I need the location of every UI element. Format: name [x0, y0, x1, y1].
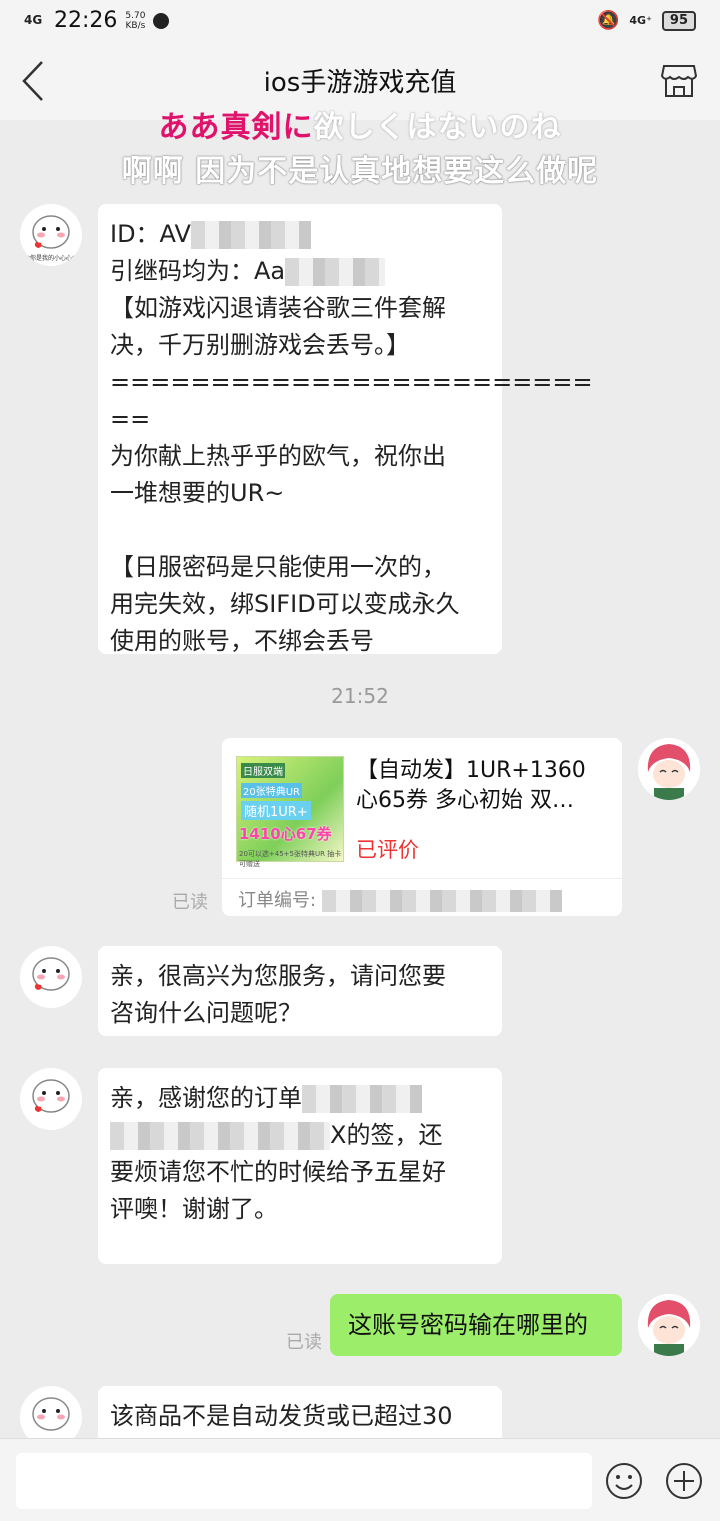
message-bubble-outgoing[interactable]: 这账号密码输在哪里的 [330, 1294, 622, 1356]
more-options-button[interactable] [664, 1461, 704, 1501]
anime-girl-avatar-icon [638, 1294, 700, 1356]
battery-indicator: 95 [661, 10, 696, 31]
msg-text: 亲，感谢您的订单 [110, 1084, 302, 1112]
blurred-redaction [190, 221, 311, 249]
message-bubble-incoming[interactable]: ID：AV 引继码均为：Aa 【如游戏闪退请装谷歌三件套解 决，千万别删游戏会丢… [98, 204, 593, 655]
message-bubble-incoming[interactable]: 亲，感谢您的订单 X的签，还 要烦请您不忙的时候给予五星好 评噢！谢谢了。 [98, 1068, 502, 1264]
user-avatar[interactable] [638, 738, 700, 800]
msg-code-line: 引继码均为：Aa [110, 257, 386, 286]
globe-icon [153, 12, 170, 29]
msg-body: 【如游戏闪退请装谷歌三件套解 决，千万别删游戏会丢号。】 ===========… [110, 294, 593, 655]
msg-line1: 亲，感谢您的订单 [110, 1084, 422, 1113]
input-bar [0, 1438, 720, 1521]
emoji-button[interactable] [604, 1461, 644, 1501]
network-type: 4G⁺ [629, 13, 652, 27]
speed-unit: KB/s [125, 20, 146, 31]
message-bubble-incoming[interactable]: 亲，很高兴为您服务，请问您要 咨询什么问题呢？ [98, 946, 502, 1036]
order-card[interactable]: 日服双端 20张特典UR 随机1UR+ 1410心67券 20可以选+45+5张… [222, 738, 622, 916]
code-label: 引继码均为：Aa [110, 257, 286, 285]
user-avatar[interactable] [638, 1294, 700, 1356]
msg-line3: 要烦请您不忙的时候给予五星好 评噢！谢谢了。 [110, 1158, 446, 1223]
divider [222, 878, 622, 879]
product-title[interactable]: 【自动发】1UR+1360心65券 多心初始 双… [356, 756, 604, 816]
mascot-face-icon [32, 957, 70, 991]
thumb-label-4: 1410心67券 [239, 825, 332, 843]
shop-icon [660, 65, 698, 97]
order-number: 订单编号: [238, 886, 562, 912]
signal-indicator: 4G [24, 13, 43, 27]
smiley-icon [606, 1463, 642, 1499]
anime-girl-avatar-icon [638, 738, 700, 800]
thumb-label-3: 随机1UR+ [241, 801, 311, 820]
plus-icon [666, 1463, 702, 1499]
speed-value: 5.70 [125, 10, 146, 21]
id-label: ID：AV [110, 220, 191, 248]
mascot-face-icon [32, 1079, 70, 1113]
overlay-caption-line1: ああ真剣に欲しくはないのね [0, 102, 720, 146]
seller-avatar[interactable] [20, 1068, 82, 1130]
msg-text: X的签，还 [330, 1121, 443, 1149]
order-status: 已评价 [356, 838, 419, 862]
mute-bell-icon: 🔕 [596, 10, 620, 31]
status-bar: 4G 22:26 5.70 KB/s 🔕 4G⁺ 95 [0, 0, 720, 44]
status-time: 22:26 [54, 8, 118, 33]
overlay-caption-line2: 啊啊 因为不是认真地想要这么做呢 [121, 154, 599, 189]
thumb-label-1: 日服双端 [241, 763, 285, 778]
thumb-label-2: 20张特典UR [241, 783, 302, 798]
msg-line2: X的签，还 [110, 1121, 443, 1150]
seller-avatar[interactable]: *你是我的小心心* [20, 204, 82, 266]
seller-avatar[interactable] [20, 946, 82, 1008]
shop-button[interactable] [660, 62, 698, 100]
blurred-redaction [302, 1085, 422, 1113]
msg-id-line: ID：AV [110, 220, 311, 249]
chat-timestamp: 21:52 [331, 684, 389, 708]
product-thumbnail[interactable]: 日服双端 20张特典UR 随机1UR+ 1410心67券 20可以选+45+5张… [236, 756, 344, 868]
order-number-label: 订单编号: [238, 890, 317, 911]
mascot-face-icon: *你是我的小心心* [27, 215, 75, 262]
thumb-label-5: 20可以选+45+5张特典UR 抽卡可赠送 [239, 850, 342, 868]
blurred-redaction [110, 1122, 330, 1150]
blurred-redaction [285, 258, 386, 286]
caption-white-text: 欲しくはないのね [313, 110, 562, 145]
read-receipt: 已读 [172, 892, 208, 913]
message-input[interactable] [16, 1453, 592, 1509]
network-speed: 5.70 KB/s [125, 11, 145, 31]
blurred-redaction [321, 890, 562, 912]
caption-pink-text: ああ真剣に [158, 110, 314, 145]
read-receipt: 已读 [286, 1332, 322, 1353]
svg-text:*你是我的小心心*: *你是我的小心心* [27, 254, 75, 262]
page-title: ios手游游戏充值 [263, 68, 457, 98]
